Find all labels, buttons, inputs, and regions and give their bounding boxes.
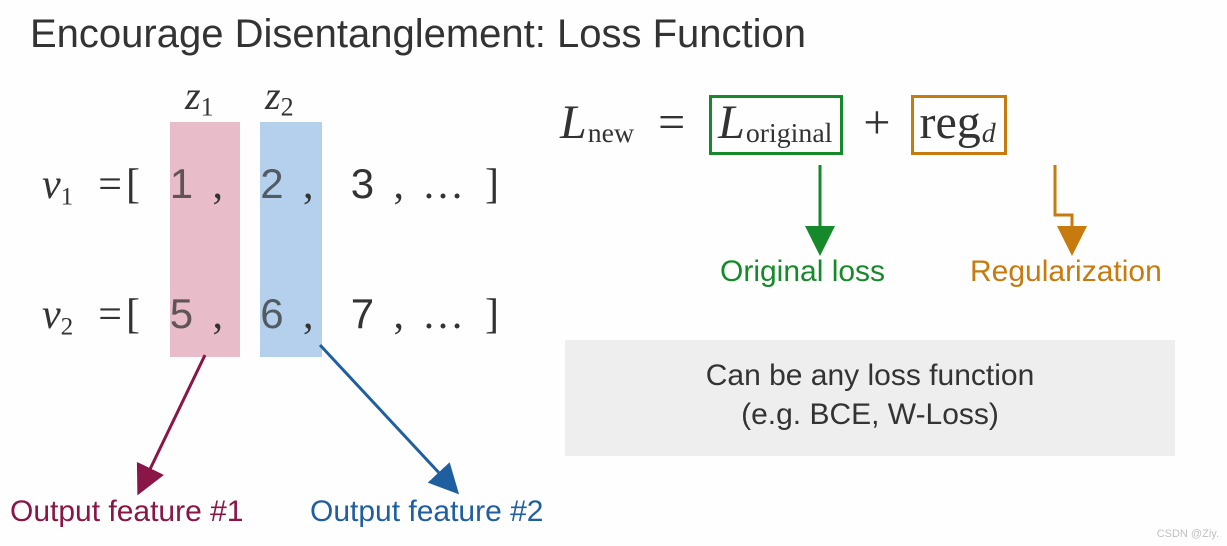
arrow-feature-1 bbox=[140, 355, 205, 490]
feature-1-label: Output feature #1 bbox=[10, 495, 244, 529]
regularization-callout: Regularization bbox=[970, 255, 1162, 289]
regularization-term: regd bbox=[911, 95, 1007, 155]
z1-label: z1 bbox=[185, 72, 214, 123]
feature-2-label: Output feature #2 bbox=[310, 495, 544, 529]
slide-title: Encourage Disentanglement: Loss Function bbox=[30, 12, 806, 57]
watermark: CSDN @Ziy. bbox=[1157, 528, 1219, 540]
original-loss-term: Loriginal bbox=[709, 95, 843, 155]
z2-label: z2 bbox=[265, 72, 294, 123]
vector-v1: v1 =[ 1,2,3,… ] bbox=[42, 160, 499, 211]
arrow-feature-2 bbox=[320, 345, 455, 490]
loss-equation: Lnew = Loriginal + regd bbox=[560, 95, 1007, 155]
note-line-1: Can be any loss function bbox=[575, 356, 1165, 395]
note-box: Can be any loss function (e.g. BCE, W-Lo… bbox=[565, 340, 1175, 456]
original-loss-callout: Original loss bbox=[720, 255, 885, 289]
arrow-regularization bbox=[1055, 165, 1072, 250]
vector-v2: v2 =[ 5,6,7,… ] bbox=[42, 290, 499, 341]
note-line-2: (e.g. BCE, W-Loss) bbox=[575, 395, 1165, 434]
